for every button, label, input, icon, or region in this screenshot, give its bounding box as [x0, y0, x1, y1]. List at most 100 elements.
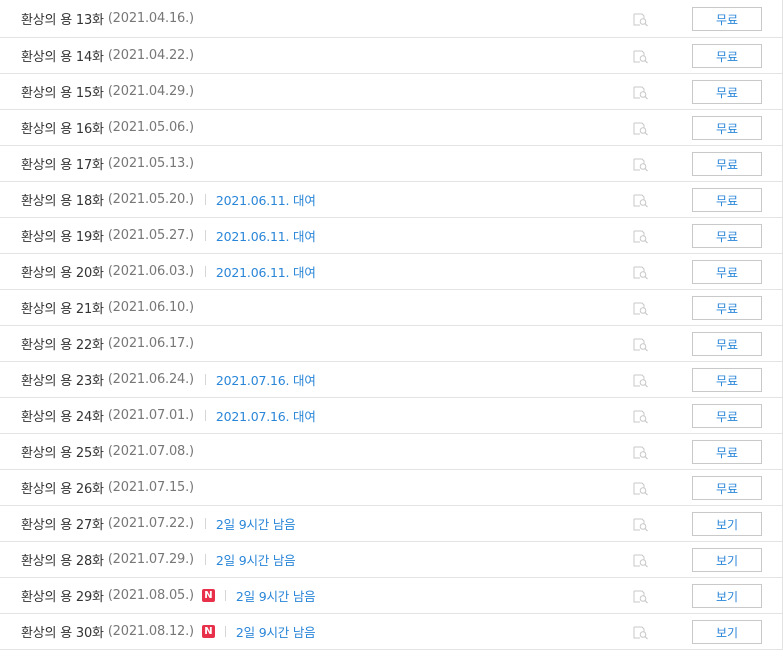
free-button[interactable]: 무료: [692, 6, 762, 31]
episode-title[interactable]: 환상의 용 18화: [21, 190, 104, 209]
episode-info: 환상의 용 29화 (2021.08.05.) N 2일 9시간 남음: [21, 578, 316, 613]
episode-title[interactable]: 환상의 용 23화: [21, 370, 104, 389]
preview-search-icon[interactable]: [633, 517, 649, 531]
episode-row: 환상의 용 25화 (2021.07.08.) 무료: [0, 434, 782, 470]
episode-date: (2021.07.22.): [107, 516, 194, 531]
episode-title[interactable]: 환상의 용 26화: [21, 478, 104, 497]
free-button[interactable]: 무료: [692, 151, 762, 176]
episode-status: 2021.06.11. 대여: [215, 265, 316, 280]
view-button[interactable]: 보기: [692, 619, 762, 644]
separator: [224, 590, 226, 601]
episode-row: 환상의 용 29화 (2021.08.05.) N 2일 9시간 남음 보기: [0, 578, 782, 614]
episode-info: 환상의 용 30화 (2021.08.12.) N 2일 9시간 남음: [21, 614, 316, 649]
preview-search-icon[interactable]: [633, 49, 649, 63]
preview-search-icon[interactable]: [633, 409, 649, 423]
free-button[interactable]: 무료: [692, 223, 762, 248]
episode-date: (2021.04.22.): [107, 48, 194, 63]
episode-title[interactable]: 환상의 용 28화: [21, 550, 104, 569]
free-button[interactable]: 무료: [692, 43, 762, 68]
episode-title[interactable]: 환상의 용 22화: [21, 334, 104, 353]
episode-title[interactable]: 환상의 용 19화: [21, 226, 104, 245]
free-button[interactable]: 무료: [692, 115, 762, 140]
episode-date: (2021.07.01.): [107, 408, 194, 423]
episode-row: 환상의 용 23화 (2021.06.24.) 2021.07.16. 대여 무료: [0, 362, 782, 398]
episode-title[interactable]: 환상의 용 24화: [21, 406, 104, 425]
episode-info: 환상의 용 23화 (2021.06.24.) 2021.07.16. 대여: [21, 362, 316, 397]
view-button[interactable]: 보기: [692, 583, 762, 608]
free-button[interactable]: 무료: [692, 403, 762, 428]
free-button[interactable]: 무료: [692, 79, 762, 104]
episode-row: 환상의 용 15화 (2021.04.29.) 무료: [0, 74, 782, 110]
preview-search-icon[interactable]: [633, 625, 649, 639]
episode-title[interactable]: 환상의 용 13화: [21, 9, 104, 28]
episode-title[interactable]: 환상의 용 30화: [21, 622, 104, 641]
free-button[interactable]: 무료: [692, 187, 762, 212]
episode-status: 2021.07.16. 대여: [215, 373, 316, 388]
episode-row: 환상의 용 30화 (2021.08.12.) N 2일 9시간 남음 보기: [0, 614, 782, 650]
episode-date: (2021.07.29.): [107, 552, 194, 567]
episode-row: 환상의 용 27화 (2021.07.22.) 2일 9시간 남음 보기: [0, 506, 782, 542]
preview-search-icon[interactable]: [633, 265, 649, 279]
episode-row: 환상의 용 26화 (2021.07.15.) 무료: [0, 470, 782, 506]
free-button[interactable]: 무료: [692, 475, 762, 500]
episode-title[interactable]: 환상의 용 25화: [21, 442, 104, 461]
preview-search-icon[interactable]: [633, 193, 649, 207]
episode-info: 환상의 용 13화 (2021.04.16.): [21, 0, 194, 37]
preview-search-icon[interactable]: [633, 445, 649, 459]
episode-info: 환상의 용 21화 (2021.06.10.): [21, 290, 194, 325]
episode-title[interactable]: 환상의 용 29화: [21, 586, 104, 605]
view-button[interactable]: 보기: [692, 511, 762, 536]
episode-row: 환상의 용 19화 (2021.05.27.) 2021.06.11. 대여 무료: [0, 218, 782, 254]
separator: [204, 266, 206, 277]
episode-date: (2021.07.15.): [107, 480, 194, 495]
preview-search-icon[interactable]: [633, 229, 649, 243]
preview-search-icon[interactable]: [633, 373, 649, 387]
separator: [204, 194, 206, 205]
episode-info: 환상의 용 18화 (2021.05.20.) 2021.06.11. 대여: [21, 182, 316, 217]
episode-status: 2일 9시간 남음: [235, 589, 316, 604]
free-button[interactable]: 무료: [692, 439, 762, 464]
episode-date: (2021.04.16.): [107, 11, 194, 26]
episode-row: 환상의 용 22화 (2021.06.17.) 무료: [0, 326, 782, 362]
free-button[interactable]: 무료: [692, 259, 762, 284]
episode-row: 환상의 용 13화 (2021.04.16.) 무료: [0, 0, 782, 38]
preview-search-icon[interactable]: [633, 589, 649, 603]
preview-search-icon[interactable]: [633, 553, 649, 567]
episode-status: 2021.07.16. 대여: [215, 409, 316, 424]
episode-row: 환상의 용 21화 (2021.06.10.) 무료: [0, 290, 782, 326]
episode-title[interactable]: 환상의 용 14화: [21, 46, 104, 65]
preview-search-icon[interactable]: [633, 481, 649, 495]
episode-title[interactable]: 환상의 용 20화: [21, 262, 104, 281]
episode-info: 환상의 용 19화 (2021.05.27.) 2021.06.11. 대여: [21, 218, 316, 253]
preview-search-icon[interactable]: [633, 12, 649, 26]
preview-search-icon[interactable]: [633, 337, 649, 351]
separator: [204, 374, 206, 385]
episode-title[interactable]: 환상의 용 17화: [21, 154, 104, 173]
episode-info: 환상의 용 28화 (2021.07.29.) 2일 9시간 남음: [21, 542, 296, 577]
episode-title[interactable]: 환상의 용 27화: [21, 514, 104, 533]
free-button[interactable]: 무료: [692, 295, 762, 320]
free-button[interactable]: 무료: [692, 367, 762, 392]
episode-info: 환상의 용 17화 (2021.05.13.): [21, 146, 194, 181]
episode-status: 2일 9시간 남음: [215, 553, 296, 568]
episode-title[interactable]: 환상의 용 15화: [21, 82, 104, 101]
episode-date: (2021.04.29.): [107, 84, 194, 99]
episode-date: (2021.06.10.): [107, 300, 194, 315]
episode-row: 환상의 용 24화 (2021.07.01.) 2021.07.16. 대여 무료: [0, 398, 782, 434]
episode-status: 2021.06.11. 대여: [215, 193, 316, 208]
separator: [204, 554, 206, 565]
episode-title[interactable]: 환상의 용 16화: [21, 118, 104, 137]
episode-info: 환상의 용 16화 (2021.05.06.): [21, 110, 194, 145]
separator: [204, 410, 206, 421]
preview-search-icon[interactable]: [633, 121, 649, 135]
free-button[interactable]: 무료: [692, 331, 762, 356]
episode-title[interactable]: 환상의 용 21화: [21, 298, 104, 317]
view-button[interactable]: 보기: [692, 547, 762, 572]
episode-info: 환상의 용 14화 (2021.04.22.): [21, 38, 194, 73]
episode-date: (2021.06.24.): [107, 372, 194, 387]
preview-search-icon[interactable]: [633, 157, 649, 171]
preview-search-icon[interactable]: [633, 85, 649, 99]
separator: [224, 626, 226, 637]
preview-search-icon[interactable]: [633, 301, 649, 315]
episode-date: (2021.07.08.): [107, 444, 194, 459]
